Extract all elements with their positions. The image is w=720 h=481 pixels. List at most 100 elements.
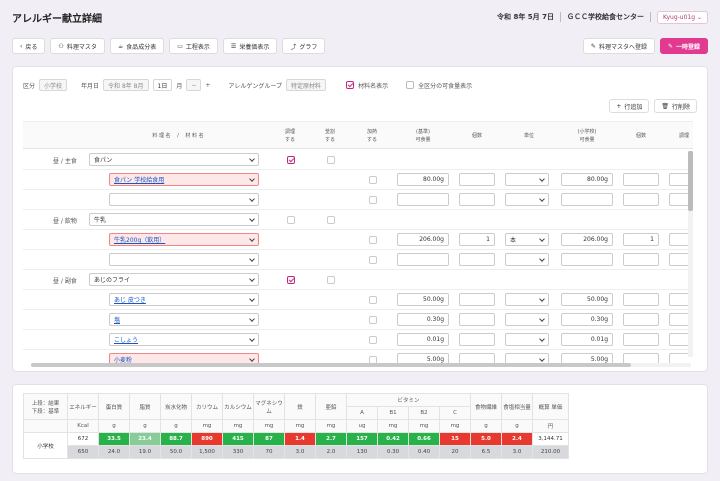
col-count: 個数 (471, 133, 482, 139)
amount-input[interactable]: 5.00g (397, 353, 449, 363)
count-input[interactable] (459, 353, 495, 363)
process-button[interactable]: ▭ 工程表示 (169, 38, 218, 54)
scroll-thumb[interactable] (688, 151, 693, 211)
school-amount-input[interactable]: 0.30g (561, 313, 613, 326)
horizontal-scrollbar[interactable] (31, 363, 691, 367)
prep-checkbox[interactable] (287, 276, 295, 284)
material-select[interactable]: 塩 (109, 313, 259, 326)
add-row-button[interactable]: + 行追加 (609, 99, 650, 113)
plus-button[interactable]: + (205, 82, 210, 89)
unit-select[interactable] (505, 333, 549, 346)
minus-button[interactable]: − (186, 79, 202, 91)
heat-checkbox[interactable] (369, 256, 377, 264)
result-cell: 672 (67, 432, 99, 446)
school-count-input[interactable] (623, 253, 659, 266)
mix-checkbox[interactable] (327, 156, 335, 164)
scroll-thumb[interactable] (31, 363, 631, 367)
unit-select[interactable] (505, 293, 549, 306)
school-amount-input[interactable]: 50.00g (561, 293, 613, 306)
result-cell: 890 (191, 432, 223, 446)
unit-select[interactable] (505, 173, 549, 186)
mix-checkbox[interactable] (327, 216, 335, 224)
result-cell: 2.7 (315, 432, 347, 446)
heat-checkbox[interactable] (369, 356, 377, 363)
date-field[interactable]: 令和 8年 8月 (103, 79, 149, 91)
row-category-label: 昼 / 飲物 (53, 218, 77, 225)
count-input[interactable] (459, 173, 495, 186)
back-button[interactable]: ‹ 戻る (12, 38, 46, 54)
unit-select[interactable]: 本 (505, 233, 549, 246)
graph-button[interactable]: ⤴ グラフ (282, 38, 326, 54)
school-amount-input[interactable] (561, 193, 613, 206)
result-cell: 23.4 (129, 432, 161, 446)
amount-input[interactable]: 206.00g (397, 233, 449, 246)
kubun-label: 区分 (23, 82, 36, 90)
amount-input[interactable]: 50.00g (397, 293, 449, 306)
prep-checkbox[interactable] (287, 156, 295, 164)
material-select[interactable] (109, 253, 259, 266)
dish-select[interactable]: 牛乳 (89, 213, 259, 226)
heat-checkbox[interactable] (369, 296, 377, 304)
school-count-input[interactable] (623, 193, 659, 206)
temp-save-button[interactable]: ✎ 一時登録 (659, 38, 708, 54)
amount-input[interactable]: 0.30g (397, 313, 449, 326)
material-select[interactable]: 食パン 学校給食用 (109, 173, 259, 186)
school-amount-input[interactable]: 0.01g (561, 333, 613, 346)
mix-checkbox[interactable] (327, 276, 335, 284)
heat-checkbox[interactable] (369, 316, 377, 324)
count-input[interactable] (459, 293, 495, 306)
unit-select[interactable] (505, 353, 549, 363)
school-count-input[interactable] (623, 173, 659, 186)
register-master-button[interactable]: ✎ 料理マスタへ登録 (582, 38, 655, 54)
amount-input[interactable] (397, 253, 449, 266)
dish-select[interactable]: あじのフライ (89, 273, 259, 286)
material-select[interactable]: 小麦粉 (109, 353, 259, 363)
school-count-input[interactable]: 1 (623, 233, 659, 246)
dish-master-button[interactable]: ⚇ 料理マスタ (50, 38, 105, 54)
filter-row: 区分 小学校 年月日 令和 8年 8月 1日 月 − + アレルゲングループ 特… (23, 79, 472, 91)
dish-select[interactable]: 食パン (89, 153, 259, 166)
count-input[interactable] (459, 253, 495, 266)
show-material-checkbox[interactable] (346, 81, 355, 89)
unit-select[interactable] (505, 313, 549, 326)
school-amount-input[interactable]: 206.00g (561, 233, 613, 246)
school-count-input[interactable] (623, 313, 659, 326)
food-component-button[interactable]: ☕ 食品成分表 (109, 38, 165, 54)
heat-checkbox[interactable] (369, 196, 377, 204)
material-select[interactable]: 牛乳200g（飲用） (109, 233, 259, 246)
heat-checkbox[interactable] (369, 236, 377, 244)
nutrition-button[interactable]: ☰ 栄養価表示 (222, 38, 278, 54)
day-field[interactable]: 1日 (152, 79, 173, 91)
prep-checkbox[interactable] (287, 216, 295, 224)
material-select[interactable]: あじ 皮つき (109, 293, 259, 306)
material-select[interactable]: こしょう (109, 333, 259, 346)
unit-select[interactable] (505, 253, 549, 266)
material-select[interactable] (109, 193, 259, 206)
standard-cell: 3.0 (501, 445, 533, 459)
amount-input[interactable]: 0.01g (397, 333, 449, 346)
show-all-checkbox[interactable] (406, 81, 415, 89)
grid-row (23, 250, 693, 270)
allergen-field[interactable]: 特定原材料 (286, 79, 327, 91)
school-count-input[interactable] (623, 353, 659, 363)
delete-row-button[interactable]: 🗑 行削除 (654, 99, 697, 113)
school-count-input[interactable] (623, 333, 659, 346)
chevron-down-icon (249, 295, 255, 302)
standard-cell: 19.0 (129, 445, 161, 459)
count-input[interactable] (459, 333, 495, 346)
heat-checkbox[interactable] (369, 176, 377, 184)
kubun-field[interactable]: 小学校 (39, 79, 68, 91)
amount-input[interactable]: 80.00g (397, 173, 449, 186)
heat-checkbox[interactable] (369, 336, 377, 344)
school-amount-input[interactable]: 5.00g (561, 353, 613, 363)
user-menu[interactable]: Kyug-u01g ⌄ (656, 10, 708, 24)
school-amount-input[interactable]: 80.00g (561, 173, 613, 186)
amount-input[interactable] (397, 193, 449, 206)
unit-select[interactable] (505, 193, 549, 206)
count-input[interactable]: 1 (459, 233, 495, 246)
school-amount-input[interactable] (561, 253, 613, 266)
count-input[interactable] (459, 193, 495, 206)
school-count-input[interactable] (623, 293, 659, 306)
vertical-scrollbar[interactable] (688, 151, 693, 357)
count-input[interactable] (459, 313, 495, 326)
